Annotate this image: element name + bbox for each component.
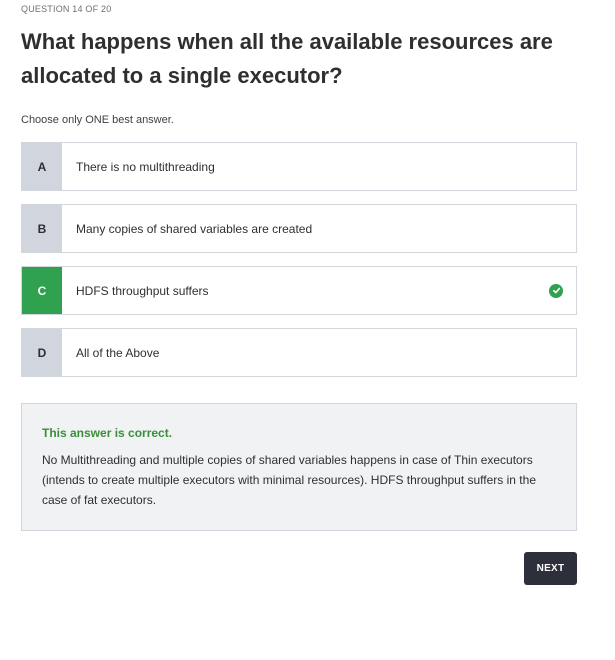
option-label: HDFS throughput suffers [76,283,209,298]
instruction-text: Choose only ONE best answer. [21,114,174,126]
next-button[interactable]: NEXT [524,552,577,585]
answer-option-b[interactable]: B Many copies of shared variables are cr… [21,204,577,253]
option-letter: C [22,267,62,314]
answer-option-c[interactable]: C HDFS throughput suffers [21,266,577,315]
answer-option-a[interactable]: A There is no multithreading [21,142,577,191]
option-letter: D [22,329,62,376]
option-letter: A [22,143,62,190]
check-circle-icon [536,267,576,314]
option-label: Many copies of shared variables are crea… [76,221,313,236]
option-letter: B [22,205,62,252]
question-counter: QUESTION 14 OF 20 [21,4,112,14]
feedback-status: This answer is correct. [42,426,173,440]
feedback-panel: This answer is correct. No Multithreadin… [21,403,577,531]
option-label: All of the Above [76,345,160,360]
option-label: There is no multithreading [76,159,215,174]
question-text: What happens when all the available reso… [21,29,553,88]
answer-option-d[interactable]: D All of the Above [21,328,577,377]
feedback-explanation: No Multithreading and multiple copies of… [42,453,536,507]
